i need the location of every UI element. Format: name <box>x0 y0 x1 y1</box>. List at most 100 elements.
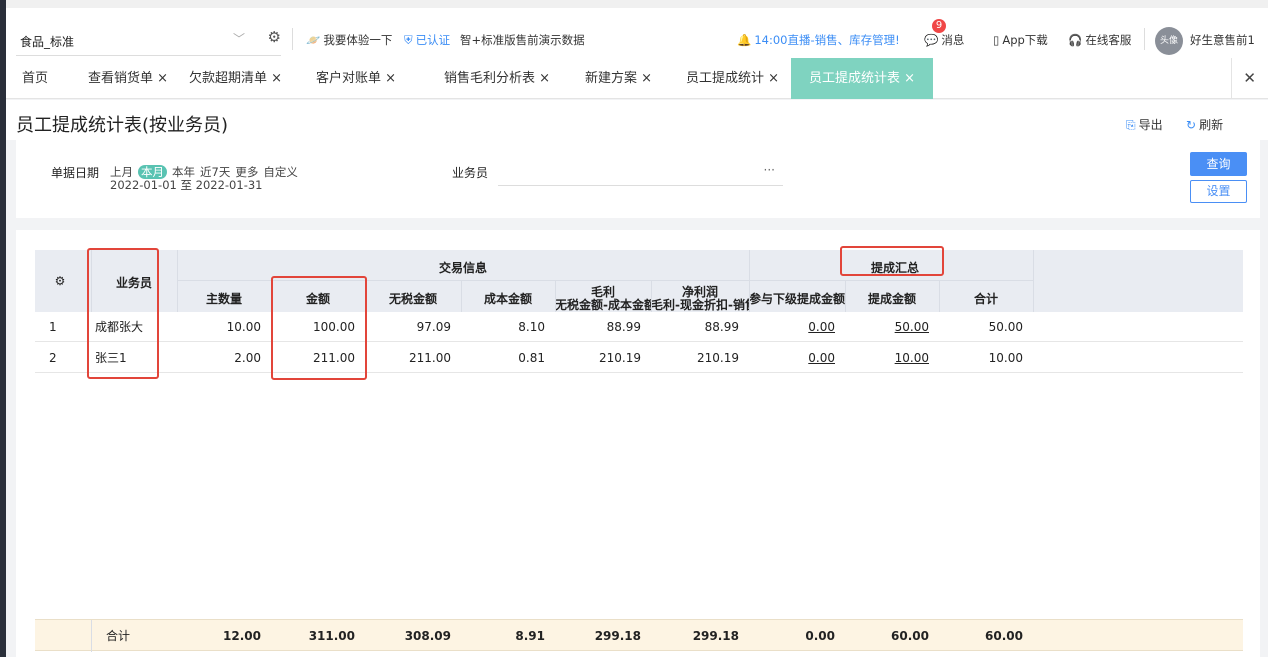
total-amount: 311.00 <box>308 629 355 643</box>
user-name[interactable]: 好生意售前1 <box>1190 32 1255 48</box>
total-total: 60.00 <box>985 629 1023 643</box>
settings-button[interactable]: 设置 <box>1190 180 1247 203</box>
export-icon: ⎘ <box>1126 118 1136 132</box>
table-panel: ⚙ 业务员 交易信息 提成汇总 主数量 金额 无税金额 成本金额 毛利 无税金额… <box>16 230 1260 657</box>
total-gross: 299.18 <box>594 629 641 643</box>
cell-cost: 0.81 <box>518 351 545 365</box>
refresh-button[interactable]: ↻ 刷新 <box>1186 116 1223 133</box>
messages-button[interactable]: 💬 消息 <box>924 32 964 48</box>
app-download-label: App下载 <box>1002 33 1048 47</box>
total-sub-commission: 0.00 <box>805 629 835 643</box>
chat-icon: 💬 <box>924 33 939 47</box>
total-cost: 8.91 <box>515 629 545 643</box>
gear-icon[interactable]: ⚙ <box>268 28 281 46</box>
refresh-icon: ↻ <box>1186 118 1197 132</box>
totals-row: 合计 12.00 311.00 308.09 8.91 299.18 299.1… <box>35 619 1243 652</box>
try-link[interactable]: 🪐 我要体验一下 <box>306 32 392 48</box>
close-icon[interactable]: ✕ <box>1231 58 1256 99</box>
phone-icon: ▯ <box>993 33 1000 47</box>
highlight-commission-summary <box>840 246 944 276</box>
cell-gross: 88.99 <box>606 320 641 334</box>
cell-net: 88.99 <box>704 320 739 334</box>
messages-label: 消息 <box>941 33 965 47</box>
cell-commission[interactable]: 10.00 <box>845 343 929 373</box>
left-edge-strip <box>0 0 6 657</box>
cell-net: 210.19 <box>697 351 739 365</box>
shield-icon: ⛨ <box>404 33 413 47</box>
cell-sub-commission[interactable]: 0.00 <box>749 312 835 342</box>
edition-label: 智+标准版售前演示数据 <box>460 33 585 47</box>
cell-cost: 8.10 <box>518 320 545 334</box>
col-gross-sub: 无税金额-成本金额 <box>555 298 651 312</box>
service-label: 在线客服 <box>1085 33 1132 47</box>
export-button[interactable]: ⎘ 导出 <box>1126 116 1163 133</box>
tab-commission[interactable]: 员工提成统计 × <box>686 58 779 99</box>
total-net: 299.18 <box>692 629 739 643</box>
cell-qty: 10.00 <box>226 320 261 334</box>
table-header: ⚙ 业务员 交易信息 提成汇总 主数量 金额 无税金额 成本金额 毛利 无税金额… <box>35 250 1243 312</box>
planet-icon: 🪐 <box>306 33 321 47</box>
tab-statement[interactable]: 客户对账单 × <box>316 58 396 99</box>
col-cost: 成本金额 <box>483 292 532 306</box>
query-button[interactable]: 查询 <box>1190 152 1247 176</box>
highlight-amount <box>271 276 367 380</box>
cell-taxfree: 97.09 <box>416 320 451 334</box>
tab-commission-report[interactable]: 员工提成统计表 × <box>791 58 934 99</box>
gear-icon[interactable]: ⚙ <box>49 274 71 288</box>
cell-qty: 2.00 <box>234 351 261 365</box>
header-divider <box>845 280 846 312</box>
verified-badge[interactable]: ⛨ 已认证 <box>404 32 450 48</box>
filter-panel: 单据日期 上月 本月 本年 近7天 更多 自定义 2022-01-01 至 2022-01… <box>16 140 1260 218</box>
header-divider <box>461 280 462 312</box>
account-selector[interactable]: 食品_标准 ﹀ ⚙ <box>16 28 281 56</box>
page-heading: 员工提成统计表(按业务员) ⎘ 导出 ↻ 刷新 <box>6 100 1268 140</box>
tab-home[interactable]: 首页 <box>22 58 48 99</box>
service-button[interactable]: 🎧 在线客服 <box>1068 32 1131 48</box>
messages-badge: 9 <box>932 19 946 33</box>
page-title: 员工提成统计表(按业务员) <box>16 115 229 136</box>
col-commission: 提成金额 <box>867 292 916 306</box>
tab-bar: 首页 查看销货单 × 欠款超期清单 × 客户对账单 × 销售毛利分析表 × 新建… <box>0 58 1268 99</box>
cell-total: 10.00 <box>988 351 1023 365</box>
cell-sub-commission[interactable]: 0.00 <box>749 343 835 373</box>
col-net-sub: 毛利-现金折扣-销售费用 <box>651 298 749 312</box>
live-notice[interactable]: 🔔 14:00直播-销售、库存管理! <box>737 32 900 48</box>
cell-gross: 210.19 <box>599 351 641 365</box>
cell-commission[interactable]: 50.00 <box>845 312 929 342</box>
totals-label: 合计 <box>106 629 131 643</box>
tab-new-plan[interactable]: 新建方案 × <box>585 58 652 99</box>
app-download-button[interactable]: ▯ App下载 <box>993 32 1048 48</box>
divider <box>1144 28 1145 50</box>
refresh-label: 刷新 <box>1199 118 1224 132</box>
account-name: 食品_标准 <box>20 35 75 49</box>
header-divider <box>939 280 940 312</box>
totals-divider <box>91 620 92 652</box>
salesman-input[interactable]: ··· <box>498 160 783 186</box>
table-row[interactable]: 2 张三1 2.00 211.00 211.00 0.81 210.19 210… <box>35 343 1243 373</box>
header-divider <box>651 280 652 312</box>
header-divider <box>749 250 750 312</box>
chevron-down-icon[interactable]: ﹀ <box>233 30 245 47</box>
row-index: 1 <box>49 320 57 334</box>
date-range: 2022-01-01 至 2022-01-31 <box>110 178 263 192</box>
col-total: 合计 <box>973 292 998 306</box>
total-commission: 60.00 <box>891 629 929 643</box>
tab-sales-order[interactable]: 查看销货单 × <box>88 58 168 99</box>
top-bar: 食品_标准 ﹀ ⚙ 🪐 我要体验一下 ⛨ 已认证 智+标准版售前演示数据 🔔 14:0… <box>0 0 1268 58</box>
date-label: 单据日期 <box>51 166 100 180</box>
tab-overdue[interactable]: 欠款超期清单 × <box>189 58 282 99</box>
tab-gross-profit[interactable]: 销售毛利分析表 × <box>444 58 550 99</box>
avatar[interactable]: 头像 <box>1155 27 1183 55</box>
verified-label: 已认证 <box>415 33 451 47</box>
live-notice-label: 14:00直播-销售、库存管理! <box>754 33 900 47</box>
divider <box>292 28 293 50</box>
cell-total: 50.00 <box>988 320 1023 334</box>
total-qty: 12.00 <box>223 629 261 643</box>
header-divider <box>555 280 556 312</box>
table-row[interactable]: 1 成都张大 10.00 100.00 97.09 8.10 88.99 88.… <box>35 312 1243 342</box>
col-taxfree: 无税金额 <box>388 292 437 306</box>
date-option-custom[interactable]: 自定义 <box>263 165 298 179</box>
salesman-label: 业务员 <box>452 166 489 180</box>
more-icon[interactable]: ··· <box>764 163 775 177</box>
try-link-label: 我要体验一下 <box>323 33 393 47</box>
